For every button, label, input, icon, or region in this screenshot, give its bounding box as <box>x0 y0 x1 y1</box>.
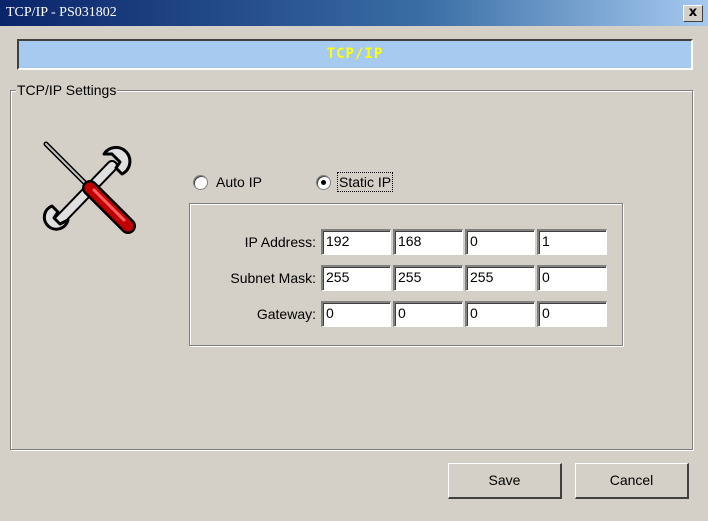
save-button[interactable]: Save <box>448 463 562 499</box>
banner-title: TCP/IP <box>326 46 384 62</box>
gateway-octet-2[interactable]: 0 <box>393 301 463 327</box>
ip-octet-1[interactable]: 192 <box>321 229 391 255</box>
static-ip-radio[interactable] <box>316 174 331 190</box>
gateway-label: Gateway: <box>256 306 316 322</box>
title-bar: TCP/IP - PS031802 x <box>0 0 708 26</box>
subnet-octet-2[interactable]: 255 <box>393 265 463 291</box>
subnet-octet-4[interactable]: 0 <box>537 265 607 291</box>
subnet-octet-1[interactable]: 255 <box>321 265 391 291</box>
subnet-octet-3[interactable]: 255 <box>465 265 535 291</box>
group-legend: TCP/IP Settings <box>16 82 118 98</box>
static-ip-label: Static IP <box>336 172 394 192</box>
ip-octet-4[interactable]: 1 <box>537 229 607 255</box>
ip-octet-2[interactable]: 168 <box>393 229 463 255</box>
ip-octet-3[interactable]: 0 <box>465 229 535 255</box>
close-button[interactable]: x <box>683 5 703 22</box>
section-banner: TCP/IP <box>17 39 693 70</box>
gateway-octet-1[interactable]: 0 <box>321 301 391 327</box>
subnet-mask-label: Subnet Mask: <box>230 270 316 286</box>
tools-icon <box>42 141 136 234</box>
gateway-octet-3[interactable]: 0 <box>465 301 535 327</box>
static-ip-option[interactable]: Static IP <box>316 172 394 192</box>
ip-address-label: IP Address: <box>244 234 316 250</box>
window-title: TCP/IP - PS031802 <box>6 5 117 20</box>
auto-ip-option[interactable]: Auto IP <box>193 174 262 190</box>
gateway-octet-4[interactable]: 0 <box>537 301 607 327</box>
close-icon: x <box>688 5 698 20</box>
auto-ip-label: Auto IP <box>216 174 262 190</box>
auto-ip-radio[interactable] <box>193 174 208 190</box>
cancel-button[interactable]: Cancel <box>575 463 689 499</box>
